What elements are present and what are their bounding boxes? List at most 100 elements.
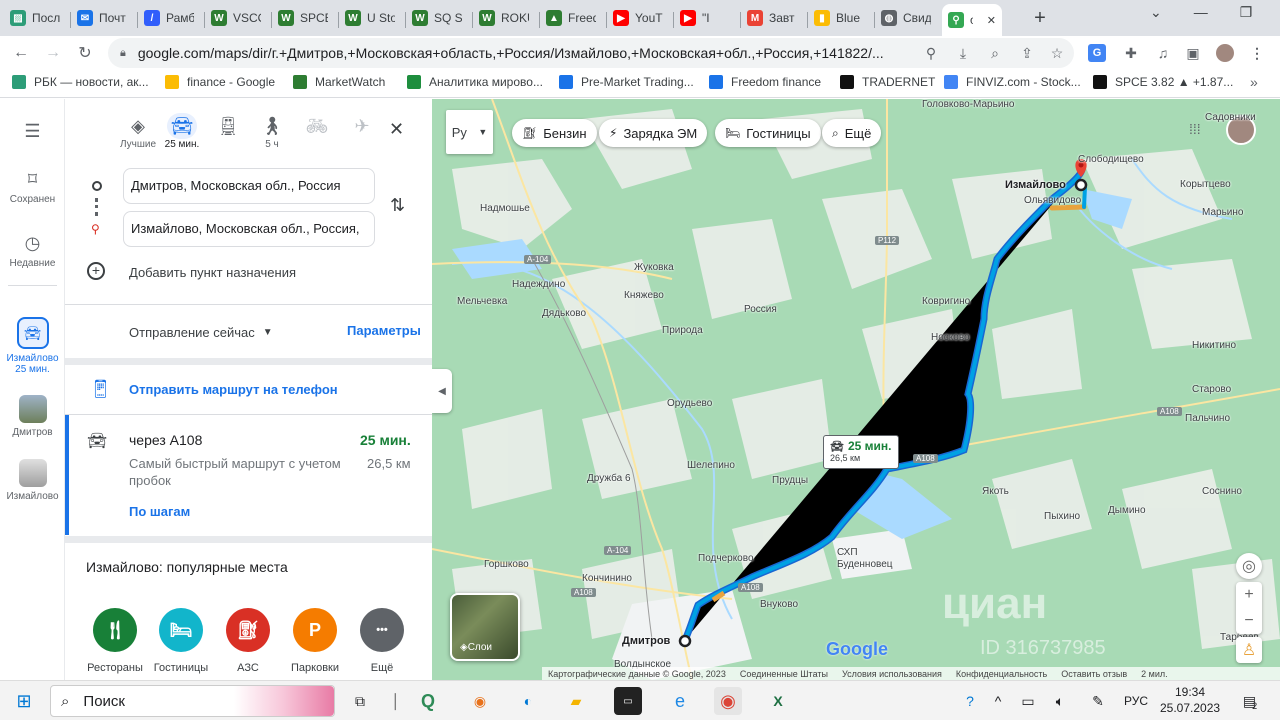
- browser-tab[interactable]: ▲ Freed: [540, 4, 604, 32]
- install-icon[interactable]: ⤓: [954, 44, 972, 62]
- bookmark-item[interactable]: TRADERNET: [840, 75, 935, 89]
- zoom-out-icon[interactable]: −: [1244, 612, 1253, 630]
- mode-walk[interactable]: 🚶︎ 5 ч: [250, 113, 294, 151]
- browser-tab[interactable]: W VSCO: [205, 4, 269, 32]
- poi-category-button[interactable]: ••• Ещё: [352, 608, 412, 674]
- map-place-label[interactable]: Россия: [744, 304, 777, 315]
- internet-explorer-icon[interactable]: e: [666, 687, 694, 715]
- browser-tab[interactable]: W ROKU: [473, 4, 537, 32]
- chip-gas[interactable]: ⛽︎ Бензин: [512, 119, 597, 147]
- bookmark-item[interactable]: Pre-Market Trading...: [559, 75, 694, 89]
- map-place-label[interactable]: Княжево: [624, 290, 664, 301]
- notifications-icon[interactable]: ▤ 2: [1236, 687, 1264, 715]
- add-icon[interactable]: +: [87, 262, 105, 280]
- map-place-label[interactable]: Носково: [931, 332, 970, 343]
- bookmark-item[interactable]: Freedom finance: [709, 75, 821, 89]
- app-icon[interactable]: ◉: [466, 687, 494, 715]
- terms-link[interactable]: Условия использования: [842, 669, 942, 679]
- browser-tab[interactable]: W U Sto: [339, 4, 403, 32]
- region-link[interactable]: Соединенные Штаты: [740, 669, 828, 679]
- map-place-label[interactable]: Внуково: [760, 599, 798, 610]
- poi-category-button[interactable]: 🛏︎ Гостиницы: [151, 608, 211, 674]
- recent-place-dmitrov[interactable]: Дмитров: [0, 395, 65, 438]
- bookmark-item[interactable]: SPCE 3.82 ▲ +1.87...: [1093, 75, 1233, 89]
- mode-car[interactable]: 🚘︎ 25 мин.: [160, 113, 204, 150]
- map-place-label[interactable]: Головково-Марьино: [922, 99, 1015, 110]
- route-callout[interactable]: 🚘︎ 25 мин. 26,5 км: [823, 435, 899, 469]
- side-panel-icon[interactable]: ▣: [1184, 44, 1202, 62]
- apps-grid-icon[interactable]: ⁞⁞⁞: [1189, 121, 1201, 137]
- map-place-label[interactable]: Дымино: [1108, 505, 1146, 516]
- chip-hotels[interactable]: 🛏︎ Гостиницы: [715, 119, 821, 147]
- recent-button[interactable]: ◷ Недавние: [0, 233, 65, 269]
- map-place-label[interactable]: Мельчевка: [457, 296, 507, 307]
- browser-tab[interactable]: M Завт: [741, 4, 805, 32]
- pen-icon[interactable]: ✎: [1084, 687, 1112, 715]
- minimize-icon[interactable]: —: [1194, 4, 1208, 21]
- bookmark-item[interactable]: finance - Google: [165, 75, 275, 89]
- volume-icon[interactable]: 🔈︎: [1046, 687, 1074, 715]
- browser-tab[interactable]: W SPCE: [272, 4, 336, 32]
- extensions-icon[interactable]: ✚: [1122, 44, 1140, 62]
- layers-button[interactable]: ◈ Слои: [450, 593, 520, 661]
- add-destination-link[interactable]: Добавить пункт назначения: [129, 265, 296, 280]
- quik-icon[interactable]: Q: [414, 687, 442, 715]
- map-place-label[interactable]: Пыхино: [1044, 511, 1080, 522]
- map-place-label[interactable]: Дмитров: [622, 635, 670, 647]
- menu-hamburger-icon[interactable]: ☰: [0, 121, 65, 142]
- map-place-label[interactable]: Прудцы: [772, 475, 808, 486]
- destination-input[interactable]: Измайлово, Московская обл., Россия,: [123, 211, 375, 247]
- map-canvas[interactable]: Ру ▼ ⛽︎ Бензин ⚡︎ Зарядка ЭМ 🛏︎ Гостиницы ⌕ Е…: [432, 99, 1280, 680]
- saved-button[interactable]: ⌑ Сохранен: [0, 169, 65, 205]
- map-place-label[interactable]: Кончинино: [582, 573, 632, 584]
- chrome-icon[interactable]: ◉: [714, 687, 742, 715]
- mode-flight[interactable]: ✈: [340, 113, 384, 139]
- browser-tab[interactable]: ◍ Свид: [875, 4, 939, 32]
- map-place-label[interactable]: Измайлово: [1005, 179, 1066, 191]
- map-place-label[interactable]: Слободищево: [1078, 154, 1144, 165]
- media-icon[interactable]: ♫: [1154, 44, 1172, 62]
- bookmark-item[interactable]: MarketWatch: [293, 75, 385, 89]
- swap-icon[interactable]: ⇅: [390, 195, 405, 216]
- clock[interactable]: 19:34 25.07.2023: [1160, 684, 1220, 716]
- browser-tab[interactable]: ⚲ о ✕: [942, 4, 1002, 36]
- language-selector[interactable]: Ру ▼: [446, 110, 493, 154]
- collapse-panel-button[interactable]: ◀: [432, 369, 452, 413]
- map-place-label[interactable]: Пальчино: [1185, 413, 1230, 424]
- poi-category-button[interactable]: ⛽︎ АЗС: [218, 608, 278, 674]
- profile-avatar[interactable]: [1216, 44, 1234, 62]
- map-place-label[interactable]: Ольявидово: [1024, 195, 1081, 206]
- map-place-label[interactable]: Жуковка: [634, 262, 674, 273]
- map-place-label[interactable]: Природа: [662, 325, 703, 336]
- mode-transit[interactable]: 🚆︎: [206, 113, 250, 139]
- map-place-label[interactable]: Дядьково: [542, 308, 586, 319]
- my-location-icon[interactable]: ◎: [1236, 553, 1262, 579]
- mode-bike[interactable]: 🚲︎: [295, 113, 339, 139]
- map-place-label[interactable]: Горшково: [484, 559, 529, 570]
- location-icon[interactable]: ⚲: [922, 44, 940, 62]
- restore-icon[interactable]: ❐: [1240, 4, 1253, 21]
- browser-tab[interactable]: ▨ Посл: [4, 4, 68, 32]
- back-icon[interactable]: ←: [10, 42, 32, 64]
- battery-icon[interactable]: ▭: [1014, 687, 1042, 715]
- chip-ev-charging[interactable]: ⚡︎ Зарядка ЭМ: [599, 119, 708, 147]
- menu-icon[interactable]: ⋮: [1248, 44, 1266, 62]
- share-icon[interactable]: ⇪: [1018, 44, 1036, 62]
- feedback-link[interactable]: Оставить отзыв: [1061, 669, 1127, 679]
- chip-more[interactable]: ⌕ Ещё: [822, 119, 882, 147]
- map-place-label[interactable]: Надеждино: [512, 279, 565, 290]
- map-place-label[interactable]: Подчерково: [698, 553, 754, 564]
- details-link[interactable]: По шагам: [129, 504, 190, 519]
- route-option[interactable]: 🚘︎ через А108 25 мин. Самый быстрый марш…: [65, 415, 432, 535]
- map-place-label[interactable]: Дружба 6: [587, 473, 631, 484]
- map-place-label[interactable]: Садовники: [1205, 112, 1256, 123]
- map-place-label[interactable]: Старово: [1192, 384, 1231, 395]
- forward-icon[interactable]: →: [42, 42, 64, 64]
- map-place-label[interactable]: Никитино: [1192, 340, 1236, 351]
- map-place-label[interactable]: Соснино: [1202, 486, 1242, 497]
- pegman-icon[interactable]: ♙: [1236, 637, 1262, 663]
- edge-icon[interactable]: ◐: [514, 687, 542, 715]
- browser-tab[interactable]: W SQ St: [406, 4, 470, 32]
- privacy-link[interactable]: Конфиденциальность: [956, 669, 1047, 679]
- browser-tab[interactable]: ▶ "I: [674, 4, 738, 32]
